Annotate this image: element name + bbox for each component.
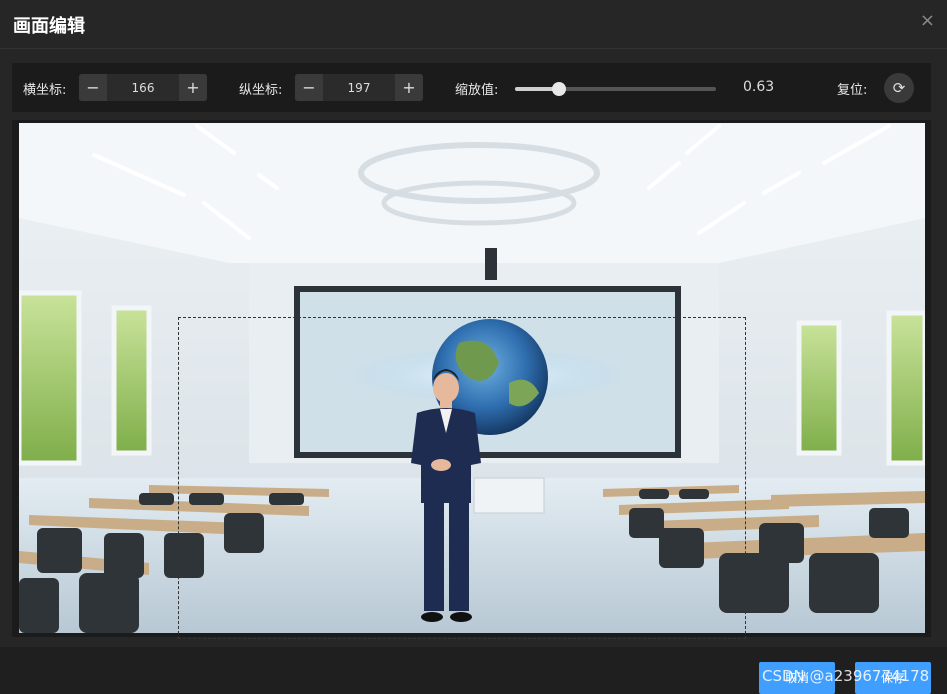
scale-value: 0.63 <box>743 79 775 95</box>
reset-button[interactable]: ⟳ <box>884 73 914 103</box>
position-toolbar: 横坐标: − + 纵坐标: − + 缩放值: 0.63 复位: ⟳ <box>12 63 931 112</box>
x-coordinate-stepper: − + <box>79 74 207 101</box>
scale-slider[interactable] <box>515 82 716 96</box>
selection-box[interactable] <box>178 317 746 639</box>
image-edit-dialog: 画面编辑 × 横坐标: − + 纵坐标: − + 缩放值: 0.63 复位: ⟳ <box>0 0 947 694</box>
x-increment-button[interactable]: + <box>179 74 207 101</box>
scale-label: 缩放值: <box>455 83 499 98</box>
y-decrement-button[interactable]: − <box>295 74 323 101</box>
y-coordinate-stepper: − + <box>295 74 423 101</box>
reset-label: 复位: <box>837 83 868 98</box>
scale-slider-thumb[interactable] <box>552 82 567 96</box>
csdn-watermark: CSDN @a2396774178 <box>762 667 930 685</box>
close-icon[interactable]: × <box>920 10 935 31</box>
y-coordinate-label: 纵坐标: <box>239 83 283 98</box>
x-decrement-button[interactable]: − <box>79 74 107 101</box>
y-increment-button[interactable]: + <box>395 74 423 101</box>
refresh-icon: ⟳ <box>892 79 906 97</box>
x-coordinate-input[interactable] <box>107 74 179 101</box>
x-coordinate-label: 横坐标: <box>23 83 67 98</box>
canvas-frame <box>12 120 931 639</box>
dialog-title: 画面编辑 <box>13 16 85 37</box>
dialog-header: 画面编辑 × <box>0 0 947 49</box>
y-coordinate-input[interactable] <box>323 74 395 101</box>
